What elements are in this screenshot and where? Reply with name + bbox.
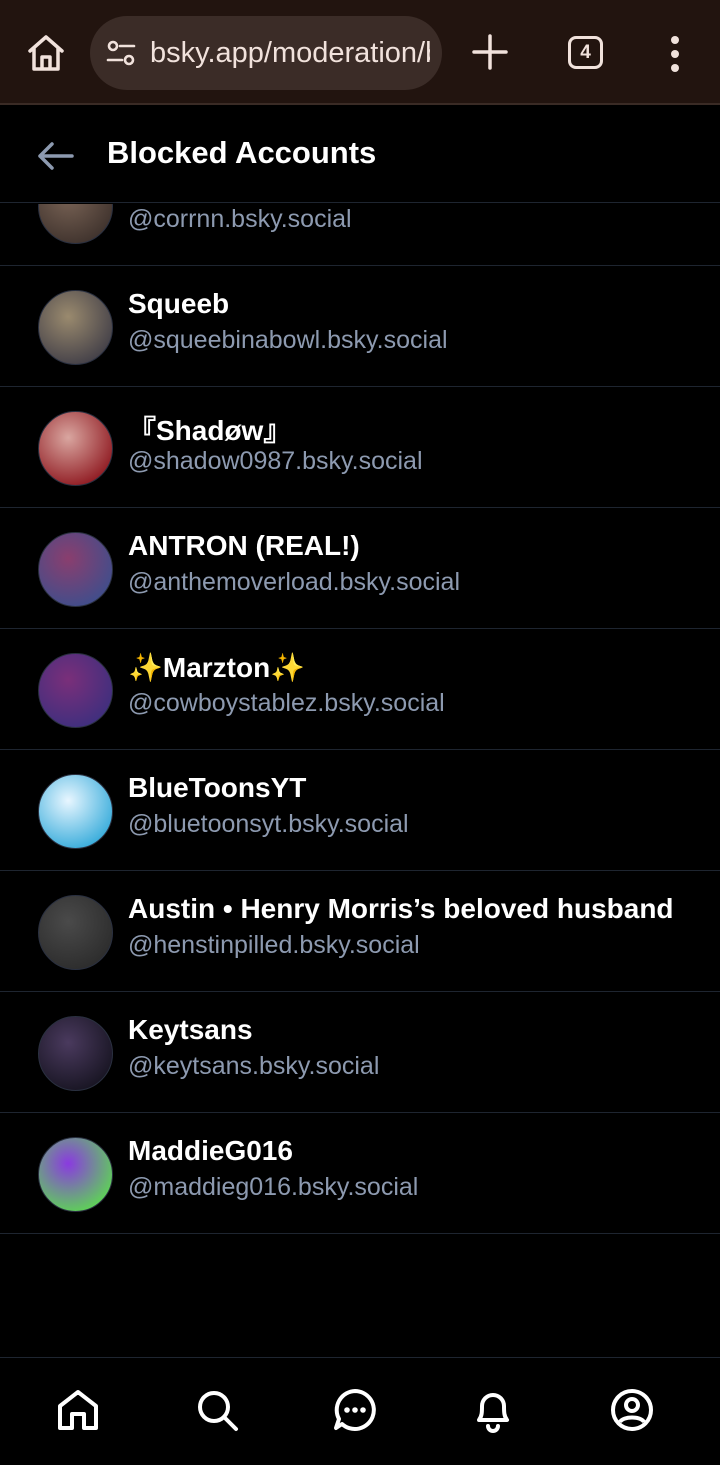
account-name: MaddieG016 — [128, 1135, 293, 1166]
account-handle: @corrnn.bsky.social — [128, 205, 352, 233]
url-text: bsky.app/moderation/blocked-accounts — [150, 36, 430, 69]
account-handle: @squeebinabowl.bsky.social — [128, 326, 448, 354]
account-name: Austin • Henry Morris’s beloved husband — [128, 893, 674, 924]
account-handle: @cowboystablez.bsky.social — [128, 689, 445, 717]
avatar — [38, 895, 113, 970]
home-icon[interactable] — [24, 31, 68, 75]
account-handle: @maddieg016.bsky.social — [128, 1173, 419, 1201]
list-item[interactable]: ANTRON (REAL!) @anthemoverload.bsky.soci… — [0, 508, 720, 629]
list-item[interactable]: BlueToonsYT @bluetoonsyt.bsky.social — [0, 750, 720, 871]
blocked-accounts-list[interactable]: @corrnn.bsky.social Squeeb @squeebinabow… — [0, 204, 720, 1357]
browser-toolbar: bsky.app/moderation/blocked-accounts 4 — [0, 0, 720, 105]
list-item[interactable]: Keytsans @keytsans.bsky.social — [0, 992, 720, 1113]
list-item[interactable]: @corrnn.bsky.social — [0, 204, 720, 266]
list-item[interactable]: 『Shadøw』 @shadow0987.bsky.social — [0, 387, 720, 508]
list-item[interactable]: Squeeb @squeebinabowl.bsky.social — [0, 266, 720, 387]
account-name: Squeeb — [128, 288, 230, 319]
new-tab-icon[interactable] — [470, 32, 510, 72]
account-handle: @keytsans.bsky.social — [128, 1052, 380, 1080]
address-bar[interactable]: bsky.app/moderation/blocked-accounts — [90, 16, 442, 90]
account-handle: @shadow0987.bsky.social — [128, 447, 423, 475]
profile-icon[interactable] — [608, 1386, 656, 1434]
bottom-navigation — [0, 1357, 720, 1465]
account-name: 『Shadøw』 — [128, 415, 292, 446]
tab-count: 4 — [580, 41, 591, 63]
list-item[interactable]: Austin • Henry Morris’s beloved husband … — [0, 871, 720, 992]
account-handle: @bluetoonsyt.bsky.social — [128, 810, 409, 838]
notifications-icon[interactable] — [469, 1386, 517, 1434]
back-arrow-icon[interactable] — [34, 135, 76, 177]
list-item[interactable]: MaddieG016 @maddieg016.bsky.social — [0, 1113, 720, 1234]
avatar — [38, 774, 113, 849]
avatar — [38, 653, 113, 728]
account-handle: @henstinpilled.bsky.social — [128, 931, 420, 959]
account-name: ANTRON (REAL!) — [128, 530, 360, 561]
avatar — [38, 204, 113, 244]
search-icon[interactable] — [193, 1386, 241, 1434]
account-name: Keytsans — [128, 1014, 253, 1045]
avatar — [38, 1137, 113, 1212]
avatar — [38, 532, 113, 607]
avatar — [38, 1016, 113, 1091]
home-icon[interactable] — [54, 1386, 102, 1434]
tab-switcher-button[interactable]: 4 — [568, 36, 603, 69]
page-title: Blocked Accounts — [107, 135, 377, 170]
avatar — [38, 290, 113, 365]
avatar — [38, 411, 113, 486]
more-menu-icon[interactable] — [660, 34, 690, 74]
account-handle: @anthemoverload.bsky.social — [128, 568, 461, 596]
site-settings-icon[interactable] — [104, 36, 138, 70]
chat-icon[interactable] — [331, 1386, 379, 1434]
list-item[interactable]: ✨Marzton✨ @cowboystablez.bsky.social — [0, 629, 720, 750]
account-name: ✨Marzton✨ — [128, 652, 306, 683]
page-header: Blocked Accounts — [0, 105, 720, 203]
account-name: BlueToonsYT — [128, 772, 307, 803]
